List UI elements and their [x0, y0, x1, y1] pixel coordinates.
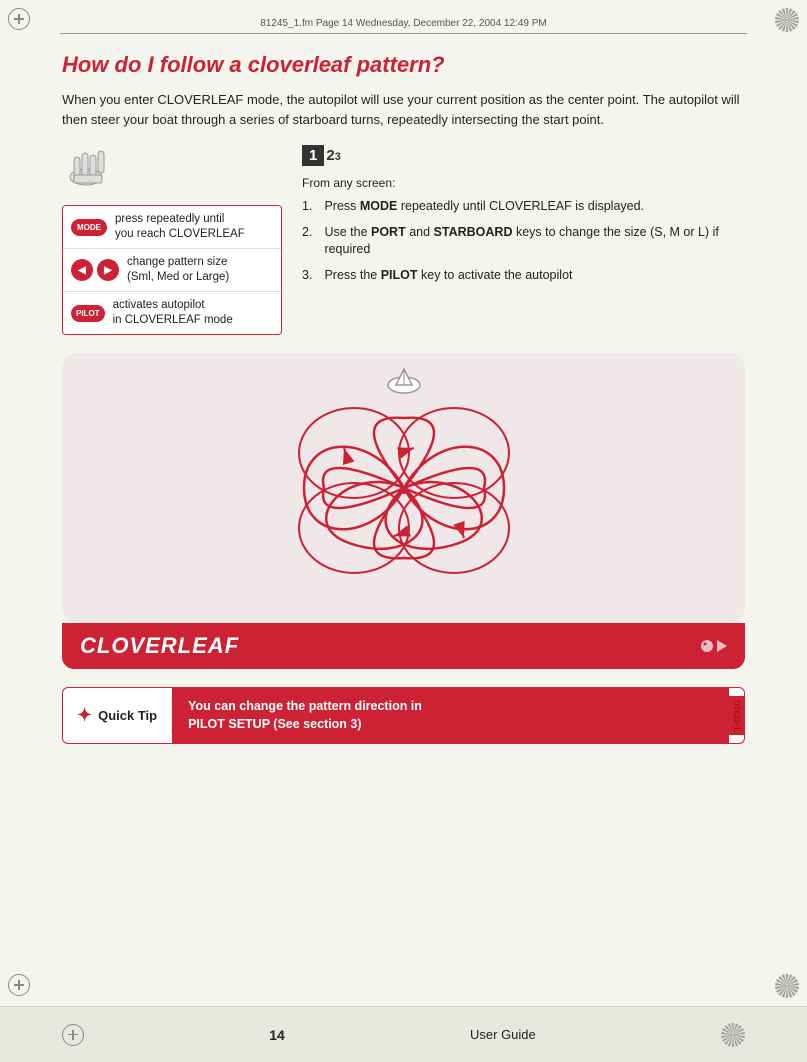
step-2-text: Use the PORT and STARBOARD keys to chang… [324, 224, 745, 259]
starboard-badge: ▶ [97, 259, 119, 281]
left-column: MODE press repeatedly until you reach CL… [62, 145, 282, 335]
page-title: How do I follow a cloverleaf pattern? [62, 52, 745, 78]
meta-text: 81245_1.fm Page 14 Wednesday, December 2… [260, 18, 546, 29]
key-legend: MODE press repeatedly until you reach CL… [62, 205, 282, 335]
step-1-text: Press MODE repeatedly until CLOVERLEAF i… [324, 198, 644, 216]
two-column-section: MODE press repeatedly until you reach CL… [62, 145, 745, 335]
page: 81245_1.fm Page 14 Wednesday, December 2… [0, 0, 807, 1062]
step-3-text: Press the PILOT key to activate the auto… [324, 267, 572, 285]
right-column: 1 2 3 From any screen: Press MODE repeat… [302, 145, 745, 335]
center-dot [400, 486, 408, 494]
arrows-desc: change pattern size (Sml, Med or Large) [127, 255, 229, 285]
quick-tip-text: You can change the pattern direction in … [172, 688, 729, 743]
diagram-label: CLOVERLEAF [80, 633, 239, 659]
reg-mark-br [771, 974, 799, 1002]
boat-icon [384, 367, 424, 400]
pilot-desc: activates autopilot in CLOVERLEAF mode [113, 298, 233, 328]
step-3: Press the PILOT key to activate the auto… [302, 267, 745, 285]
step-3-bold: PILOT [381, 268, 418, 282]
step-2-bold1: PORT [371, 225, 406, 239]
footer-guide-text: User Guide [470, 1027, 536, 1042]
mode-desc: press repeatedly until you reach CLOVERL… [115, 212, 245, 242]
key-row-mode: MODE press repeatedly until you reach CL… [63, 206, 281, 249]
bulb-icon: ✦ [77, 705, 92, 726]
diagram-box [62, 353, 745, 623]
key-row-arrows: ◀ ▶ change pattern size (Sml, Med or Lar… [63, 249, 281, 292]
tip-code: D7622-1 [729, 696, 744, 735]
mode-badge: MODE [71, 219, 107, 236]
quick-tip-label-area: ✦ Quick Tip [63, 697, 172, 734]
steps-list: Press MODE repeatedly until CLOVERLEAF i… [302, 198, 745, 284]
step-1-bold: MODE [360, 199, 398, 213]
step-1: Press MODE repeatedly until CLOVERLEAF i… [302, 198, 745, 216]
diagram-label-bar: CLOVERLEAF [62, 623, 745, 669]
footer-reg-left [62, 1024, 84, 1046]
fish-icon [699, 636, 727, 656]
reg-mark-tr [771, 8, 799, 36]
intro-paragraph: When you enter CLOVERLEAF mode, the auto… [62, 90, 742, 129]
quick-tip-bar: ✦ Quick Tip You can change the pattern d… [62, 687, 745, 744]
footer-reg-right [721, 1023, 745, 1047]
from-screen-label: From any screen: [302, 176, 745, 190]
content-area: How do I follow a cloverleaf pattern? Wh… [62, 52, 745, 982]
hand-icon [62, 145, 282, 195]
reg-mark-bl [8, 974, 36, 1002]
pilot-badge: PILOT [71, 305, 105, 322]
key-row-pilot: PILOT activates autopilot in CLOVERLEAF … [63, 292, 281, 334]
meta-bar: 81245_1.fm Page 14 Wednesday, December 2… [60, 18, 747, 34]
port-badge: ◀ [71, 259, 93, 281]
footer: 14 User Guide [0, 1006, 807, 1062]
footer-page-number: 14 [269, 1027, 285, 1043]
step-numbers-icon: 1 2 3 [302, 145, 745, 166]
step-2: Use the PORT and STARBOARD keys to chang… [302, 224, 745, 259]
cloverleaf-svg [124, 373, 684, 603]
quick-tip-label-text: Quick Tip [98, 708, 157, 723]
step-2-bold2: STARBOARD [434, 225, 513, 239]
arrow-badges: ◀ ▶ [71, 259, 119, 281]
diagram-container: CLOVERLEAF [62, 353, 745, 669]
reg-mark-tl [8, 8, 36, 36]
